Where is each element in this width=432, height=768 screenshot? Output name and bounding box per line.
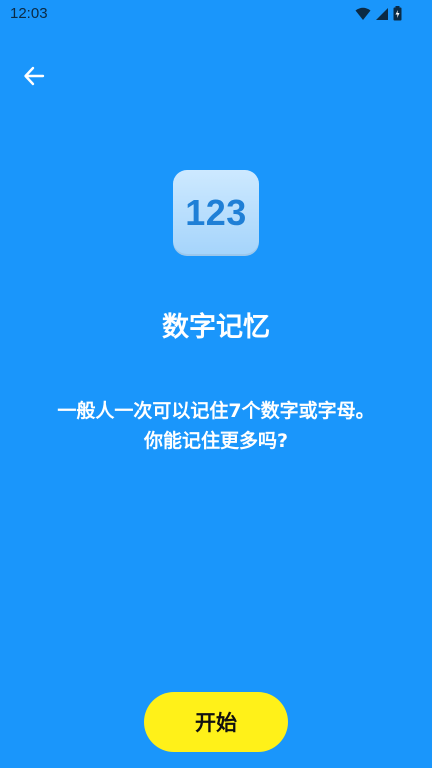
page-title: 数字记忆 [162,312,270,343]
description: 一般人一次可以记住7个数字或字母。 你能记住更多吗? [0,396,432,456]
start-button[interactable]: 开始 [144,692,288,752]
status-time: 12:03 [10,5,48,22]
back-button[interactable] [20,64,48,92]
cell-signal-icon [375,6,389,25]
number-memory-app-icon: 123 [173,170,259,256]
description-line-1: 一般人一次可以记住7个数字或字母。 [57,400,375,422]
status-bar: 12:03 [0,0,432,30]
wifi-icon [355,6,371,25]
arrow-left-icon [23,65,45,91]
app-icon-label: 123 [185,192,247,233]
status-icons [355,6,402,25]
description-line-2: 你能记住更多吗? [143,430,289,452]
battery-icon [393,6,402,25]
